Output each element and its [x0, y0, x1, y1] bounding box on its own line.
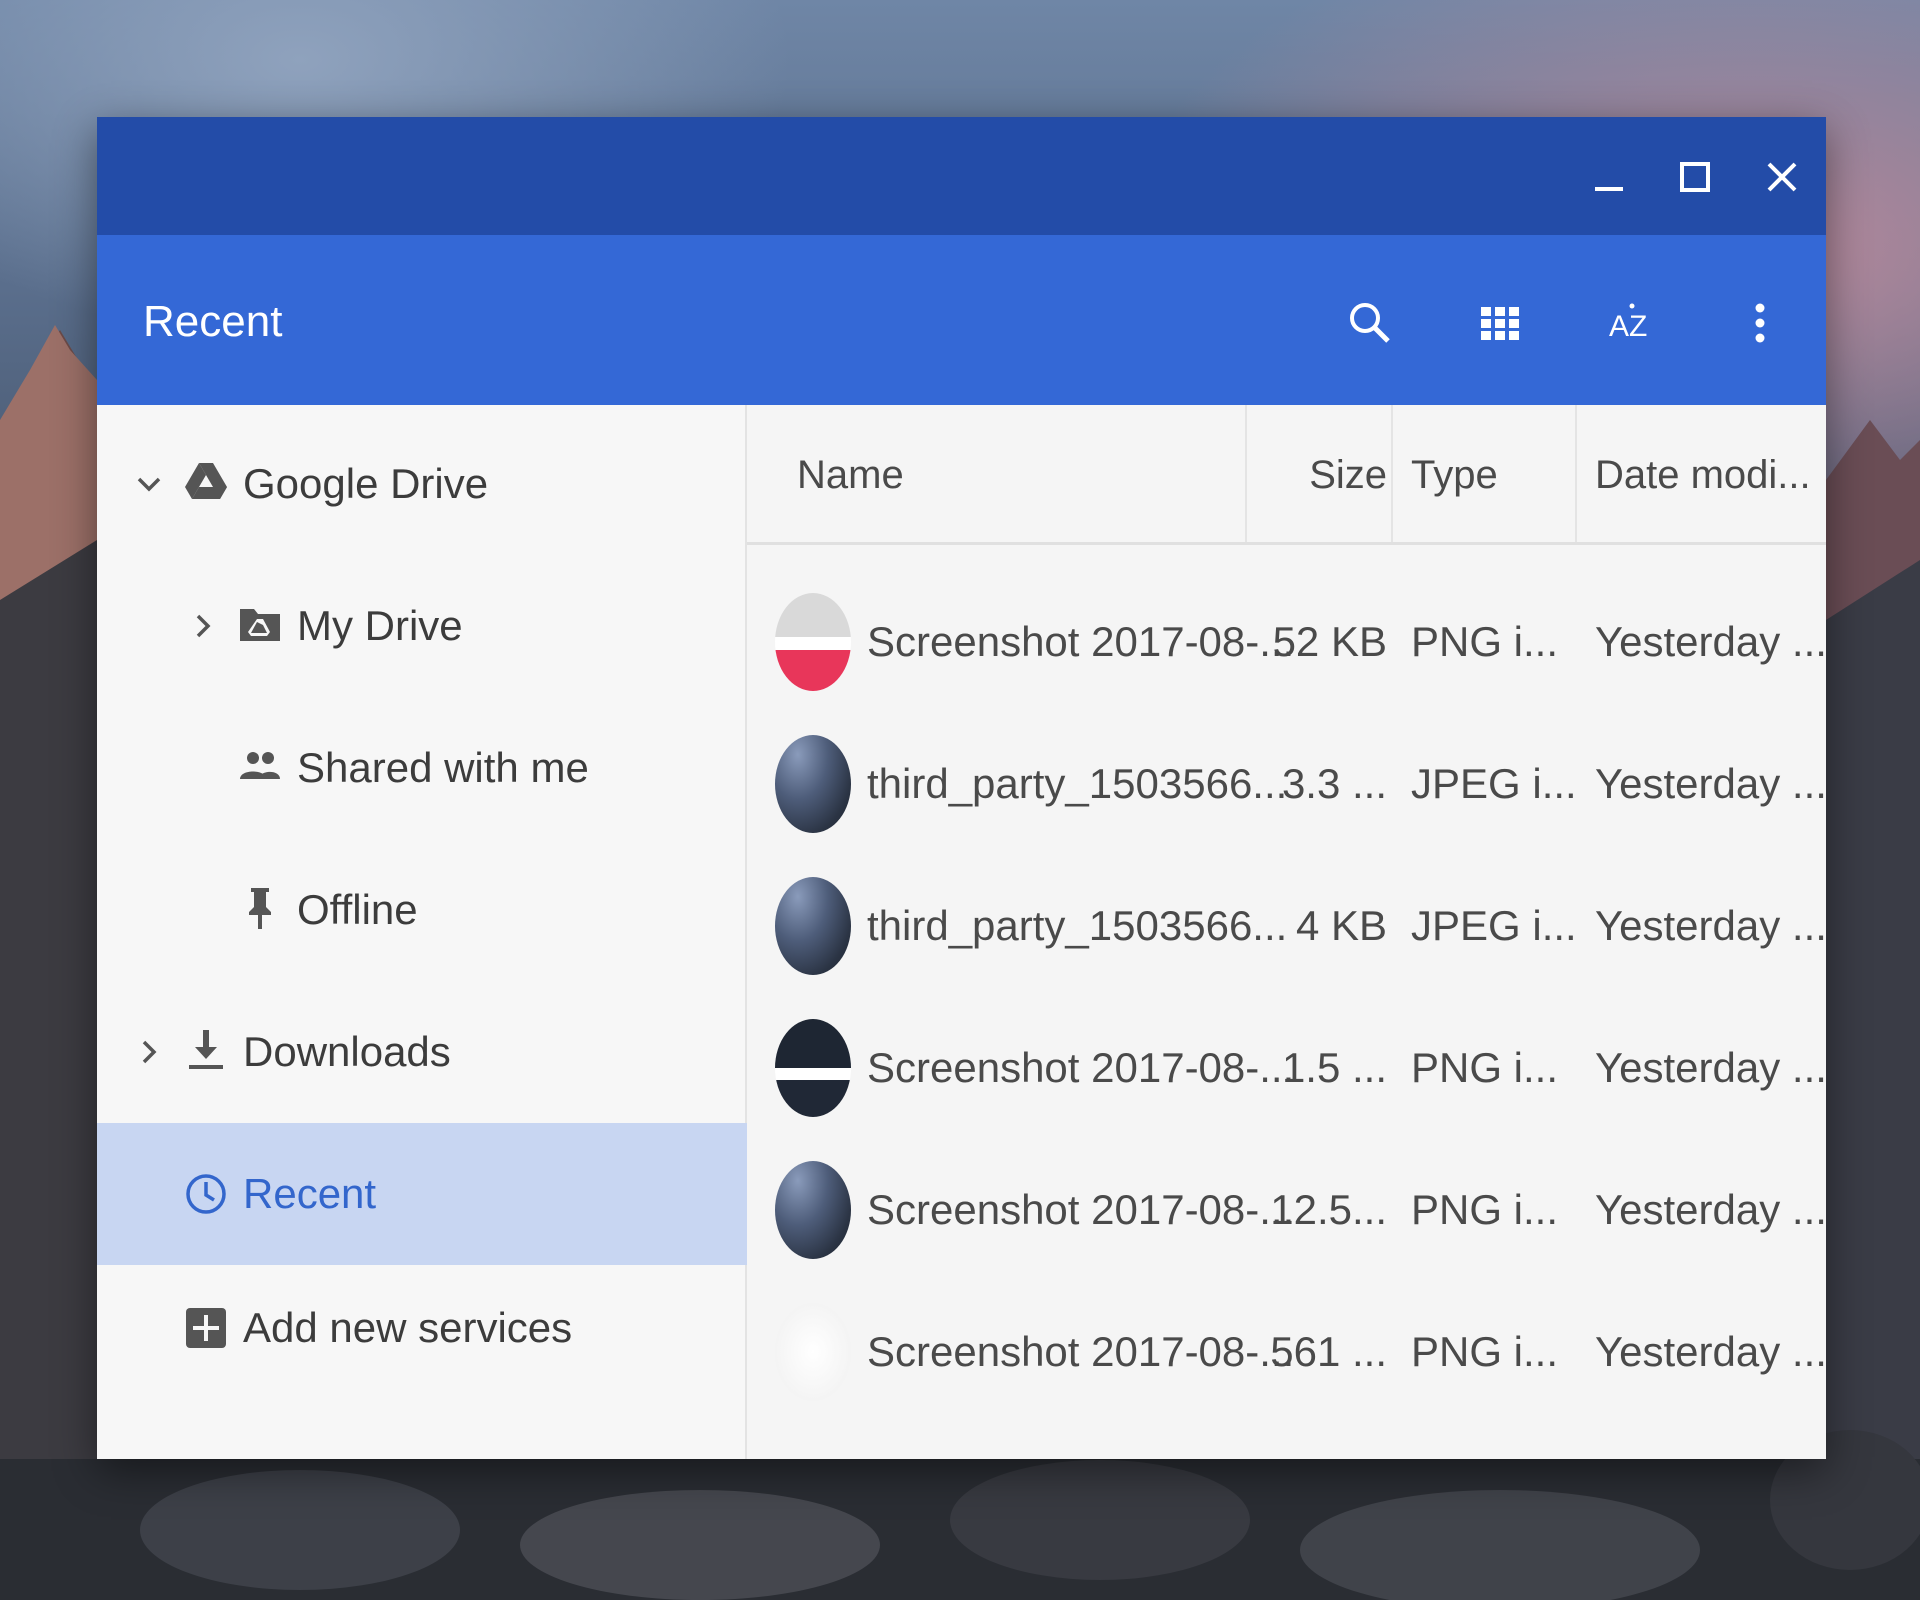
file-name: third_party_1503566...	[867, 760, 1288, 807]
file-row[interactable]: third_party_1503566... 3.3 ... JPEG i...…	[747, 713, 1826, 855]
sidebar-item-my-drive[interactable]: My Drive	[97, 555, 747, 697]
toolbar-title: Recent	[143, 297, 283, 346]
chevron-down-icon[interactable]	[131, 466, 167, 502]
file-type: JPEG i...	[1411, 902, 1577, 949]
google-drive-icon	[185, 463, 227, 499]
file-size: 4 KB	[1295, 902, 1387, 949]
file-thumbnail	[775, 1303, 851, 1401]
search-button[interactable]	[1337, 290, 1403, 356]
file-name: Screenshot 2017-08-...	[867, 618, 1295, 665]
file-list: Name Size Type Date modi... Screenshot 2…	[747, 405, 1826, 1459]
sidebar-item-downloads[interactable]: Downloads	[97, 981, 747, 1123]
sidebar-item-offline[interactable]: Offline	[97, 839, 747, 981]
sidebar: Google Drive My Drive Shared with me Off…	[97, 405, 747, 1459]
file-date: Yesterday ...	[1595, 760, 1826, 807]
more-options-button[interactable]	[1727, 290, 1793, 356]
file-date: Yesterday ...	[1595, 1044, 1826, 1091]
people-icon	[240, 752, 280, 779]
file-size: 561 ...	[1270, 1328, 1387, 1375]
file-date: Yesterday ...	[1595, 1186, 1826, 1233]
sidebar-item-label: Add new services	[243, 1304, 573, 1351]
file-type: JPEG i...	[1411, 760, 1577, 807]
file-row[interactable]: Screenshot 2017-08-... 12.5... PNG i... …	[747, 1139, 1826, 1281]
grid-view-button[interactable]	[1467, 290, 1533, 356]
file-name: Screenshot 2017-08-...	[867, 1044, 1295, 1091]
file-thumbnail	[775, 1161, 851, 1259]
search-icon	[1350, 303, 1390, 343]
download-icon	[189, 1030, 223, 1069]
pin-icon	[249, 888, 271, 929]
file-size: 52 KB	[1272, 618, 1387, 665]
sidebar-item-add-new-services[interactable]: Add new services	[97, 1257, 747, 1399]
file-name: Screenshot 2017-08-...	[867, 1186, 1295, 1233]
file-type: PNG i...	[1411, 1186, 1559, 1233]
maximize-icon	[1680, 162, 1710, 192]
column-header-name[interactable]: Name	[797, 405, 904, 545]
sort-button[interactable]: AZ	[1597, 290, 1663, 356]
clock-icon	[186, 1174, 226, 1214]
minimize-button[interactable]	[1579, 147, 1639, 207]
file-date: Yesterday ...	[1595, 1328, 1826, 1375]
file-type: PNG i...	[1411, 1044, 1559, 1091]
file-list-header: Name Size Type Date modi...	[747, 405, 1826, 545]
file-type: PNG i...	[1411, 1328, 1559, 1375]
window-titlebar[interactable]	[97, 117, 1826, 235]
maximize-button[interactable]	[1665, 147, 1725, 207]
file-name: Screenshot 2017-08-...	[867, 1328, 1295, 1375]
file-thumbnail	[775, 735, 851, 833]
app-toolbar: Recent AZ	[97, 235, 1826, 405]
sidebar-item-google-drive[interactable]: Google Drive	[97, 413, 747, 555]
sidebar-item-recent[interactable]: Recent	[97, 1123, 747, 1265]
minimize-icon	[1595, 187, 1623, 191]
file-type: PNG i...	[1411, 618, 1559, 665]
file-row[interactable]: Screenshot 2017-08-... 1.5 ... PNG i... …	[747, 997, 1826, 1139]
grid-view-icon	[1481, 307, 1519, 340]
file-size: 3.3 ...	[1281, 760, 1387, 807]
file-row[interactable]: third_party_1503566... 4 KB JPEG i... Ye…	[747, 855, 1826, 997]
column-divider[interactable]	[1245, 405, 1247, 542]
close-button[interactable]	[1752, 147, 1812, 207]
sidebar-item-label: My Drive	[297, 602, 463, 649]
file-size: 1.5 ...	[1281, 1044, 1387, 1091]
column-divider[interactable]	[1575, 405, 1577, 542]
chevron-right-icon[interactable]	[185, 608, 221, 644]
file-size: 12.5...	[1270, 1186, 1387, 1233]
column-divider[interactable]	[1391, 405, 1393, 542]
files-app-window: Recent AZ Google Drive My Drive Shared w…	[97, 117, 1826, 1459]
sidebar-item-label: Downloads	[243, 1028, 451, 1075]
file-name: third_party_1503566...	[867, 902, 1288, 949]
drive-folder-icon	[240, 609, 280, 641]
column-header-date-modified[interactable]: Date modi...	[1595, 405, 1811, 545]
file-date: Yesterday ...	[1595, 618, 1826, 665]
sidebar-item-label: Offline	[297, 886, 418, 933]
column-header-size[interactable]: Size	[1287, 405, 1387, 545]
sidebar-item-label: Google Drive	[243, 460, 489, 507]
add-box-icon	[186, 1308, 226, 1348]
file-thumbnail	[775, 877, 851, 975]
sidebar-item-label: Recent	[243, 1170, 377, 1217]
file-date: Yesterday ...	[1595, 902, 1826, 949]
file-row[interactable]: Screenshot 2017-08-... 52 KB PNG i... Ye…	[747, 571, 1826, 713]
file-thumbnail	[775, 593, 851, 691]
sidebar-item-label: Shared with me	[297, 744, 589, 791]
chevron-right-icon[interactable]	[131, 1034, 167, 1070]
close-icon	[1767, 162, 1797, 192]
more-vert-icon	[1755, 303, 1765, 343]
sort-label: AZ	[1609, 310, 1647, 343]
sort-az-icon: AZ	[1609, 303, 1647, 343]
file-thumbnail	[775, 1019, 851, 1117]
sidebar-item-shared-with-me[interactable]: Shared with me	[97, 697, 747, 839]
file-row[interactable]: Screenshot 2017-08-... 561 ... PNG i... …	[747, 1281, 1826, 1423]
column-header-type[interactable]: Type	[1411, 405, 1498, 545]
